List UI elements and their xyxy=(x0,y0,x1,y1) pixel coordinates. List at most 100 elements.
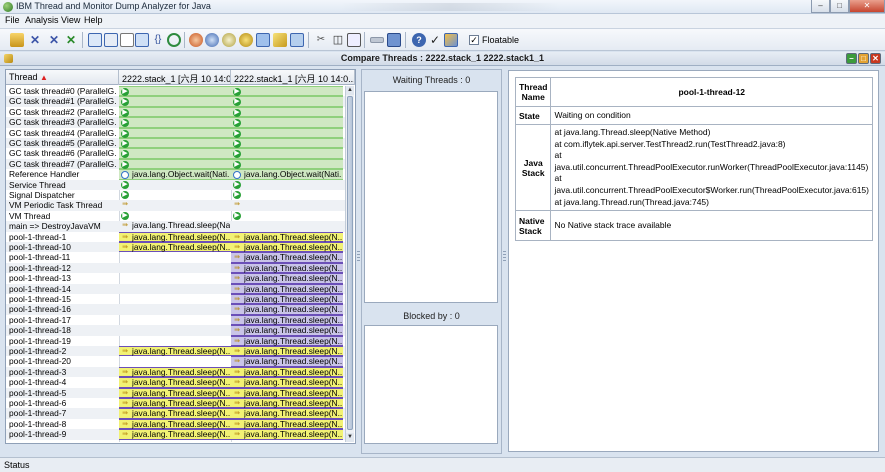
maximize-button[interactable]: □ xyxy=(830,0,849,13)
scroll-down-icon[interactable]: ▼ xyxy=(346,433,354,442)
monitor-detail-icon[interactable] xyxy=(104,33,118,47)
table-row[interactable]: pool-1-thread-16 ⇛ java.lang.Thread.sleep(… xyxy=(6,304,345,315)
thread-state-cell[interactable]: ⇛ java.lang.Thread.sleep(N... xyxy=(231,242,343,253)
thread-state-cell[interactable]: ⇛ xyxy=(231,200,343,210)
table-row[interactable]: pool-1-thread-20 ⇛ java.lang.Thread.sleep(… xyxy=(6,356,345,367)
thread-state-cell[interactable]: ▶ xyxy=(231,127,343,138)
table-row[interactable]: GC task thread#5 (ParallelG... ▶ ▶ xyxy=(6,138,345,149)
thread-state-cell[interactable]: ⇛ java.lang.Thread.sleep(N... xyxy=(231,314,343,326)
table-row[interactable]: VM Thread ▶ ▶ xyxy=(6,211,345,221)
remove-icon[interactable]: ✕ xyxy=(64,33,78,47)
thread-state-cell[interactable] xyxy=(119,325,231,335)
search-icon[interactable] xyxy=(222,33,236,47)
thread-state-cell[interactable]: ⇛ java.lang.Thread.sleep(N... xyxy=(231,325,343,336)
table-row[interactable]: pool-1-thread-9 ⇛ java.lang.Thread.sleep(N… xyxy=(6,429,345,440)
thread-state-cell[interactable]: ⇛ java.lang.Thread.sleep(Na... xyxy=(119,221,231,231)
table-row[interactable]: pool-1-thread-10 ⇛ java.lang.Thread.sleep(… xyxy=(6,242,345,253)
thread-state-cell[interactable]: ▶ xyxy=(231,86,343,97)
table-row[interactable]: pool-1-thread-5 ⇛ java.lang.Thread.sleep(N… xyxy=(6,387,345,398)
close-all-icon[interactable]: ✕ xyxy=(47,33,61,47)
table-row[interactable]: main => DestroyJavaVM ⇛ java.lang.Thread.s… xyxy=(6,221,345,232)
scroll-up-icon[interactable]: ▲ xyxy=(346,86,354,95)
open-folder-icon[interactable] xyxy=(10,33,24,47)
table-row[interactable]: pool-1-thread-6 ⇛ java.lang.Thread.sleep(N… xyxy=(6,398,345,409)
thread-state-cell[interactable]: ▶ xyxy=(231,96,343,107)
table-row[interactable]: pool-1-thread-19 ⇛ java.lang.Thread.sleep(… xyxy=(6,335,345,346)
table-row[interactable]: pool-1-thread-7 ⇛ java.lang.Thread.sleep(N… xyxy=(6,408,345,419)
frame-maximize-button[interactable]: □ xyxy=(858,53,869,64)
close-button[interactable]: ✕ xyxy=(849,0,885,13)
thread-state-cell[interactable]: ⇛ java.lang.Thread.sleep(N... xyxy=(231,418,343,430)
header-dump-2[interactable]: 2222.stack1_1 [六月 10 14:0... xyxy=(231,70,355,85)
table-row[interactable]: VM Periodic Task Thread ⇛ ⇛ xyxy=(6,200,345,211)
refresh-icon[interactable] xyxy=(167,33,181,47)
thread-state-cell[interactable]: ▶ xyxy=(231,190,343,200)
thread-state-cell[interactable]: ⇛ java.lang.Thread.sleep(N... xyxy=(231,252,343,263)
thread-state-cell[interactable] xyxy=(119,315,231,325)
thread-state-cell[interactable]: ▶ xyxy=(119,96,231,107)
table-row[interactable]: pool-1-thread-14 ⇛ java.lang.Thread.sleep(… xyxy=(6,283,345,294)
window-icon[interactable] xyxy=(347,33,361,47)
table-row[interactable]: pool-1-thread-18 ⇛ java.lang.Thread.sleep(… xyxy=(6,325,345,336)
menu-help[interactable]: Help xyxy=(84,15,103,25)
help-icon[interactable]: ? xyxy=(412,33,426,47)
table-row[interactable]: pool-1-thread-15 ⇛ java.lang.Thread.sleep(… xyxy=(6,294,345,305)
menu-file[interactable]: File xyxy=(5,15,20,25)
thread-state-cell[interactable]: ▶ xyxy=(119,211,231,221)
tag-icon[interactable] xyxy=(273,33,287,47)
settings-icon[interactable] xyxy=(290,33,304,47)
thread-state-cell[interactable] xyxy=(119,336,231,346)
thread-state-cell[interactable]: ▶ xyxy=(231,180,343,190)
lock-icon[interactable] xyxy=(239,33,253,47)
thread-state-cell[interactable]: ▶ xyxy=(231,138,343,149)
thread-state-cell[interactable]: ⇛ java.lang.Thread.sleep(N... xyxy=(231,335,343,346)
thread-state-cell[interactable]: ⇛ java.lang.Thread.sleep(N... xyxy=(231,346,343,357)
frame-minimize-button[interactable]: – xyxy=(846,53,857,64)
globe-icon[interactable] xyxy=(205,33,219,47)
table-row[interactable]: GC task thread#1 (ParallelG... ▶ ▶ xyxy=(6,96,345,107)
table-row[interactable]: GC task thread#0 (ParallelG... ▶ ▶ xyxy=(6,86,345,97)
table-row[interactable]: pool-1-thread-1 ⇛ java.lang.Thread.sleep(N… xyxy=(6,231,345,242)
header-thread[interactable]: Thread ▲ xyxy=(6,70,119,85)
thread-state-cell[interactable]: ⇛ java.lang.Thread.sleep(N... xyxy=(231,304,343,315)
table-row[interactable]: GC task thread#2 (ParallelG... ▶ ▶ xyxy=(6,106,345,118)
thread-state-cell[interactable]: ⇛ java.lang.Thread.sleep(N... xyxy=(231,231,343,242)
table-row[interactable]: pool-1-thread-3 ⇛ java.lang.Thread.sleep(N… xyxy=(6,366,345,378)
info-icon[interactable] xyxy=(444,33,458,47)
table-row[interactable]: GC task thread#6 (ParallelG... ▶ ▶ xyxy=(6,148,345,159)
thread-state-cell[interactable]: ⇛ java.lang.Thread.sleep(N... xyxy=(119,377,231,388)
menu-view[interactable]: View xyxy=(61,15,80,25)
thread-state-cell[interactable]: ▶ xyxy=(119,86,231,97)
thread-state-cell[interactable]: ▶ xyxy=(119,138,231,149)
thread-state-cell[interactable]: ⇛ java.lang.Thread.sleep(N... xyxy=(119,408,231,419)
menu-analysis[interactable]: Analysis xyxy=(25,15,59,25)
thread-state-cell[interactable]: ▶ xyxy=(119,127,231,138)
thread-state-cell[interactable]: ▶ xyxy=(231,117,343,128)
thread-state-cell[interactable]: java.lang.Object.wait(Nati... xyxy=(119,169,231,180)
thread-state-cell[interactable]: ▶ xyxy=(119,117,231,128)
thread-state-cell[interactable]: ⇛ java.lang.Thread.sleep(N... xyxy=(119,231,231,242)
table-row[interactable]: Service Thread ▶ ▶ xyxy=(6,179,345,190)
thread-state-cell[interactable] xyxy=(231,221,343,231)
thread-state-cell[interactable]: ▶ xyxy=(231,106,343,118)
table-row[interactable]: GC task thread#4 (ParallelG... ▶ ▶ xyxy=(6,127,345,138)
thread-state-cell[interactable]: ⇛ java.lang.Thread.sleep(N... xyxy=(231,387,343,398)
waiting-threads-list[interactable] xyxy=(364,91,498,303)
cut-icon[interactable]: ✂ xyxy=(314,33,328,47)
thread-state-cell[interactable]: ▶ xyxy=(231,211,343,221)
thread-state-cell[interactable]: ⇛ java.lang.Thread.sleep(N... xyxy=(231,356,343,367)
table-row[interactable]: GC task thread#7 (ParallelG... ▶ ▶ xyxy=(6,158,345,170)
thread-state-cell[interactable]: ▶ xyxy=(119,190,231,200)
table-row[interactable]: pool-1-thread-17 ⇛ java.lang.Thread.sleep(… xyxy=(6,314,345,326)
thread-state-cell[interactable]: ⇛ java.lang.Thread.sleep(N... xyxy=(231,366,343,378)
thread-state-cell[interactable] xyxy=(119,356,231,366)
thread-state-cell[interactable]: ⇛ java.lang.Thread.sleep(N... xyxy=(119,366,231,378)
thread-state-cell[interactable]: ▶ xyxy=(119,148,231,159)
thread-state-cell[interactable]: ⇛ java.lang.Thread.sleep(N... xyxy=(119,398,231,409)
save-icon[interactable] xyxy=(387,33,401,47)
thread-state-cell[interactable] xyxy=(119,294,231,304)
thread-state-cell[interactable]: ▶ xyxy=(119,158,231,170)
table-row[interactable]: GC task thread#3 (ParallelG... ▶ ▶ xyxy=(6,117,345,128)
thread-state-cell[interactable]: ⇛ java.lang.Thread.sleep(N... xyxy=(231,408,343,419)
thread-state-cell[interactable]: ▶ xyxy=(231,158,343,170)
